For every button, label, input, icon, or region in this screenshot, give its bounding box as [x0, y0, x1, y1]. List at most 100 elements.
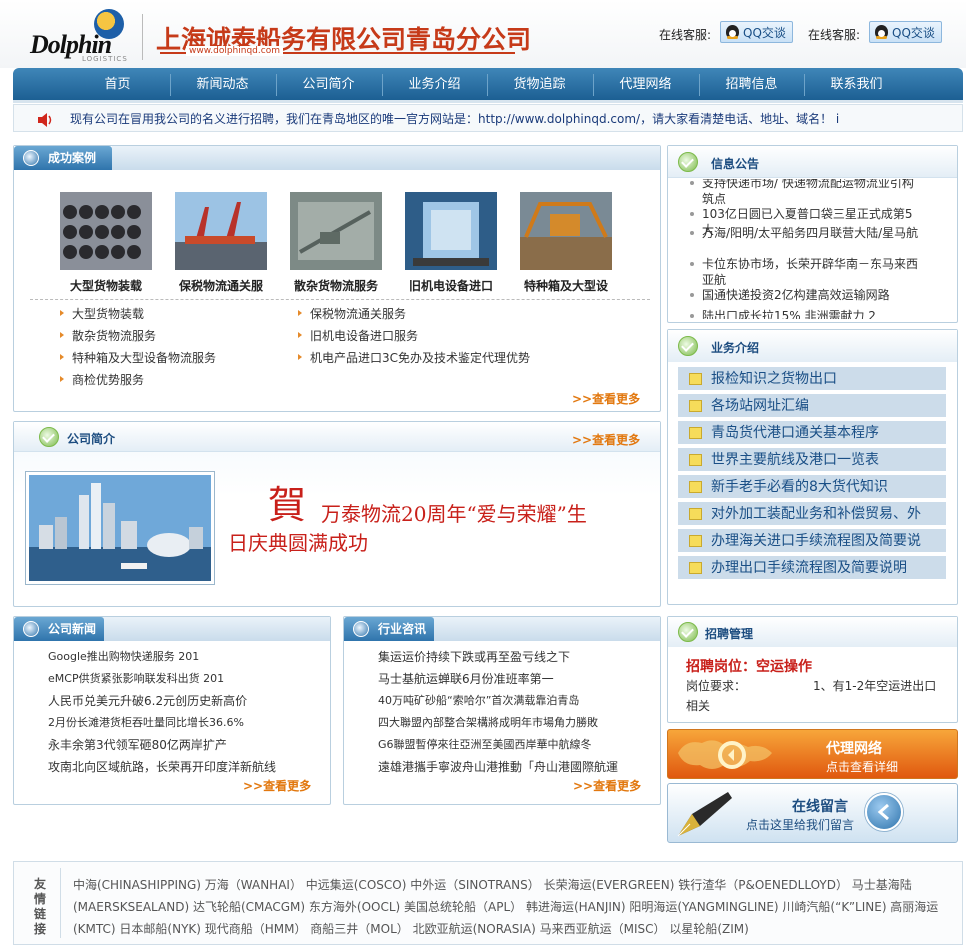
industry-news-tab: 行业咨讯 — [344, 617, 434, 641]
nav-jobs[interactable]: 招聘信息 — [699, 68, 804, 100]
message-banner-sub: 点击这里给我们留言 — [746, 818, 855, 832]
check-icon — [678, 336, 698, 356]
company-url: www.dolphinqd.com — [186, 46, 283, 56]
business-item[interactable]: 办理海关进口手续流程图及简要说 — [678, 529, 946, 553]
qq-chat-button-2[interactable]: QQ交谈 — [869, 21, 942, 43]
note-icon — [689, 373, 702, 385]
case-link[interactable]: 散杂货物流服务 — [59, 327, 156, 344]
notice-item[interactable]: 卡位东协市场，长荣开辟华南－东马来西亚航 — [690, 256, 922, 288]
business-item-label: 对外加工装配业务和补偿贸易、外 — [711, 506, 921, 522]
thumb-caption[interactable]: 特种箱及大型设 — [511, 277, 621, 294]
business-item[interactable]: 对外加工装配业务和补偿贸易、外 — [678, 502, 946, 526]
company-news-item[interactable]: eMCP供货紧张影响联发科出货 201 — [48, 670, 338, 686]
company-news-title: 公司新闻 — [48, 622, 97, 636]
thumb-special-container[interactable] — [520, 192, 612, 270]
thumb-caption[interactable]: 散杂货物流服务 — [281, 277, 391, 294]
case-link[interactable]: 机电产品进口3C免办及技术鉴定代理优势 — [297, 349, 530, 366]
case-link[interactable]: 特种箱及大型设备物流服务 — [59, 349, 216, 366]
check-icon — [678, 152, 698, 172]
company-news-more-link[interactable]: >>查看更多 — [243, 777, 311, 794]
nav-about[interactable]: 公司简介 — [276, 68, 381, 100]
business-item[interactable]: 办理出口手续流程图及简要说明 — [678, 556, 946, 580]
friend-links-text[interactable]: 中海(CHINASHIPPING) 万海（WANHAI） 中远集运(COSCO)… — [73, 874, 951, 940]
qq-button-label: QQ交谈 — [892, 26, 935, 40]
company-intro-title: 公司简介 — [67, 432, 116, 446]
qingdao-skyline-photo[interactable] — [29, 475, 211, 581]
intro-headline-1[interactable]: 万泰物流20周年“爱与荣耀”生 — [321, 498, 587, 527]
industry-news-item[interactable]: 40万吨矿砂船“索哈尔”首次满载靠泊青岛 — [378, 692, 648, 708]
nav-news[interactable]: 新闻动态 — [170, 68, 275, 100]
nav-agents[interactable]: 代理网络 — [593, 68, 698, 100]
nav-home[interactable]: 首页 — [65, 68, 170, 100]
notice-item[interactable]: 万海/阳明/太平船务四月联营大陆/星马航 — [690, 225, 922, 241]
links-divider — [60, 868, 61, 938]
panel-header-fill — [112, 146, 660, 170]
qq-button-label: QQ交谈 — [743, 26, 786, 40]
notice-item[interactable]: 陆出口成长拉15% 非洲需献力 2 — [690, 308, 922, 319]
case-link[interactable]: 商检优势服务 — [59, 371, 144, 388]
note-icon — [689, 427, 702, 439]
case-link[interactable]: 旧机电设备进口服务 — [297, 327, 418, 344]
qq-chat-button-1[interactable]: QQ交谈 — [720, 21, 793, 43]
notice-title: 信息公告 — [711, 157, 760, 171]
note-icon — [689, 562, 702, 574]
notice-item[interactable]: 支持快递市场/ 快递物流配运物流业引构筑点 — [690, 179, 922, 207]
intro-more-link[interactable]: >>查看更多 — [572, 431, 640, 448]
case-link[interactable]: 大型货物装载 — [59, 305, 144, 322]
business-item-label: 各场站网址汇编 — [711, 398, 809, 414]
industry-news-item[interactable]: 马士基航运蝉联6月份准班率第一 — [378, 670, 648, 687]
check-icon — [678, 622, 698, 642]
main-nav: 首页 新闻动态 公司简介 业务介绍 货物追踪 代理网络 招聘信息 联系我们 — [13, 68, 963, 100]
thumb-bulk-cargo[interactable] — [290, 192, 382, 270]
friend-links-label: 友情链接 — [33, 877, 46, 936]
success-cases-tab: 成功案例 — [14, 146, 112, 170]
recruit-req-label: 岗位要求： — [686, 679, 747, 693]
business-item[interactable]: 世界主要航线及港口一览表 — [678, 448, 946, 472]
company-news-item[interactable]: Google推出购物快递服务 201 — [48, 648, 338, 664]
business-item[interactable]: 各场站网址汇编 — [678, 394, 946, 418]
case-link[interactable]: 保税物流通关服务 — [297, 305, 406, 322]
company-news-item[interactable]: 永丰余第3代领军砸80亿两岸扩产 — [48, 736, 338, 753]
thumb-caption[interactable]: 大型货物装载 — [51, 277, 161, 294]
company-news-item[interactable]: 攻南北向区域航路，长荣再开印度洋新航线 — [48, 758, 338, 775]
success-more-link[interactable]: >>查看更多 — [572, 390, 640, 407]
notice-scroll-area[interactable]: 支持快递市场/ 快递物流配运物流业引构筑点 103亿日圆已入夏普口袋三星正式成第… — [668, 179, 957, 319]
company-news-tab: 公司新闻 — [14, 617, 104, 641]
notice-item[interactable]: 国通快递投资2亿构建高效运输网路 — [690, 287, 922, 303]
check-icon — [39, 427, 59, 447]
industry-news-item[interactable]: G6聯盟暫停來往亞洲至美國西岸華中航線冬 — [378, 736, 648, 752]
intro-headline-2[interactable]: 日庆典圆满成功 — [228, 527, 368, 556]
recruit-position[interactable]: 招聘岗位：空运操作 — [686, 656, 812, 676]
company-news-item[interactable]: 2月份长滩港货柜吞吐量同比增长36.6% — [48, 714, 338, 730]
note-icon — [689, 481, 702, 493]
industry-news-item[interactable]: 集运运价持续下跌或再至盈亏线之下 — [378, 648, 648, 665]
nav-tracking[interactable]: 货物追踪 — [487, 68, 592, 100]
business-item[interactable]: 青岛货代港口通关基本程序 — [678, 421, 946, 445]
recruit-req-text: 1、有1-2年空运进出口 — [813, 679, 937, 693]
thumb-caption[interactable]: 保税物流通关服 — [166, 277, 276, 294]
business-title: 业务介绍 — [711, 341, 760, 355]
thumb-used-equipment[interactable] — [405, 192, 497, 270]
nav-contact[interactable]: 联系我们 — [804, 68, 909, 100]
industry-news-item[interactable]: 遠雄港攜手寧波舟山港推動「舟山港國際航運 — [378, 758, 648, 775]
he-character: 賀 — [268, 483, 307, 527]
arrow-circle-icon — [23, 621, 39, 637]
dashed-divider — [30, 299, 650, 300]
business-item[interactable]: 报检知识之货物出口 — [678, 367, 946, 391]
nav-business[interactable]: 业务介绍 — [382, 68, 487, 100]
thumb-caption[interactable]: 旧机电设备进口 — [396, 277, 506, 294]
industry-news-item[interactable]: 四大聯盟內部整合架構將成明年市場角力勝敗 — [378, 714, 648, 730]
agent-banner-title: 代理网络 — [826, 741, 882, 757]
business-item[interactable]: 新手老手必看的8大货代知识 — [678, 475, 946, 499]
announcement-text[interactable]: 现有公司在冒用我公司的名义进行招聘，我们在青岛地区的唯一官方网站是：http:/… — [70, 110, 950, 127]
company-news-item[interactable]: 人民币兑美元升破6.2元创历史新高价 — [48, 692, 338, 709]
industry-news-more-link[interactable]: >>查看更多 — [573, 777, 641, 794]
logo-divider — [142, 14, 143, 60]
qq-label-1: 在线客服: — [659, 28, 712, 42]
industry-news-title: 行业咨讯 — [378, 622, 427, 636]
business-item-label: 报检知识之货物出口 — [711, 371, 837, 387]
thumb-large-cargo[interactable] — [60, 192, 152, 270]
thumb-bonded-logistics[interactable] — [175, 192, 267, 270]
logo-subtitle: LOGISTICS — [82, 55, 128, 63]
success-cases-title: 成功案例 — [48, 151, 97, 165]
